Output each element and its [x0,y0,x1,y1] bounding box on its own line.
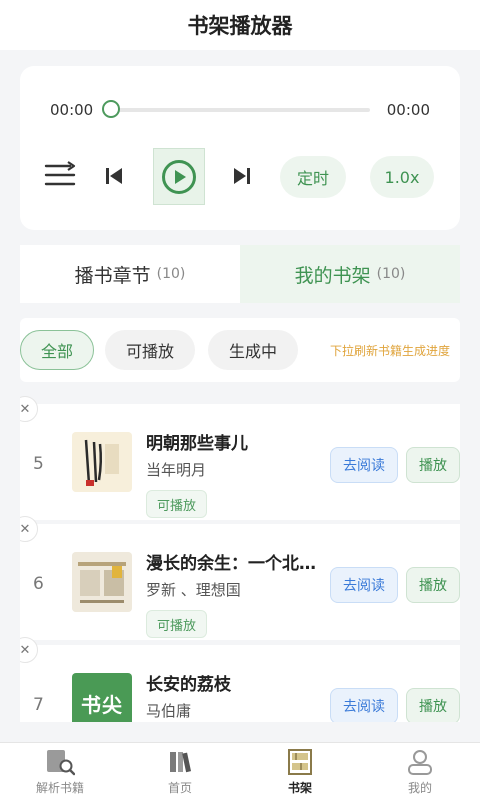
previous-button[interactable] [100,162,128,190]
list-item: ✕ 6 漫长的余生：一个北魏宫女和她的时代 罗新 、理想国 可播放 去阅读 播放 [20,516,460,640]
book-title: 长安的荔枝 [146,675,231,695]
book-author: 当年明月 [146,461,207,479]
cover-text: 书尖 [81,692,123,717]
progress-knob[interactable] [102,100,120,118]
content-tabs: 播书章节 (10) 我的书架 (10) [20,245,460,303]
read-book-button[interactable]: 去阅读 [330,447,398,483]
current-time: 00:00 [50,101,94,119]
playlist-icon [44,161,76,186]
skip-previous-icon [106,168,122,184]
tab-profile-label: 我的 [407,781,432,795]
progress-track[interactable] [112,108,370,112]
tab-chapters[interactable]: 播书章节 (10) [20,245,240,303]
play-book-button[interactable]: 播放 [406,447,460,483]
refresh-hint: 下拉刷新书籍生成进度 [329,344,450,358]
read-book-button[interactable]: 去阅读 [330,567,398,603]
play-book-button[interactable]: 播放 [406,567,460,603]
tab-bookshelf-label: 我的书架 [294,264,371,287]
tab-home-label: 首页 [167,781,192,795]
book-index: 7 [33,695,44,715]
remove-book-button[interactable]: ✕ [20,396,38,422]
status-badge: 可播放 [146,610,208,638]
tab-chapters-label: 播书章节 [74,264,151,287]
tab-my-bookshelf[interactable]: 我的书架 (10) [240,245,460,303]
book-cover [72,432,132,492]
status-badge: 可播放 [146,490,208,518]
filter-playable-chip[interactable]: 可播放 [105,330,195,370]
remove-book-button[interactable]: ✕ [20,637,38,663]
bottom-tab-bar: 解析书籍 首页 书架 我的 [0,742,480,800]
filter-bar: 全部 可播放 生成中 下拉刷新书籍生成进度 [20,318,460,382]
close-icon: ✕ [20,521,31,537]
tab-parse-books[interactable]: 解析书籍 [0,743,120,800]
duration-time: 00:00 [386,101,430,119]
user-icon [405,747,435,777]
book-cover: 书尖 [72,673,132,722]
book-cover-art [72,552,132,612]
next-button[interactable] [228,162,256,190]
playback-speed-button[interactable]: 1.0x [370,156,434,198]
tab-profile[interactable]: 我的 [360,743,480,800]
book-cover [72,552,132,612]
bookshelf-icon [285,747,315,777]
book-author: 罗新 、理想国 [146,581,241,599]
play-button[interactable] [153,148,205,205]
tab-bookshelf-label: 书架 [287,781,312,795]
play-circle-icon [162,159,196,194]
playlist-mode-button[interactable] [44,158,78,192]
books-icon [165,747,195,777]
book-title: 明朝那些事儿 [146,434,248,454]
title-bar: 书架播放器 [0,0,480,50]
list-item: ✕ 7 书尖 长安的荔枝 马伯庸 去阅读 播放 [20,637,460,722]
audio-player-card: 00:00 00:00 定时 1.0x [20,66,460,230]
list-item: ✕ 5 明朝那些事儿 当年明月 可播放 去阅读 播放 [20,396,460,520]
book-index: 5 [33,454,44,474]
book-cover-art [72,432,132,492]
skip-next-icon [234,168,250,184]
read-book-button[interactable]: 去阅读 [330,688,398,722]
close-icon: ✕ [20,642,31,658]
tab-bookshelf-count: (10) [376,266,406,282]
tab-home[interactable]: 首页 [120,743,240,800]
scan-book-icon [45,747,75,777]
page-title: 书架播放器 [187,14,293,38]
tab-bookshelf[interactable]: 书架 [240,743,360,800]
sleep-timer-button[interactable]: 定时 [280,156,346,198]
filter-generating-chip[interactable]: 生成中 [208,330,298,370]
book-list[interactable]: ✕ 5 明朝那些事儿 当年明月 可播放 去阅读 播放 ✕ 6 漫长的余生：一个北… [20,396,460,722]
book-index: 6 [33,574,44,594]
close-icon: ✕ [20,401,31,417]
filter-all-chip[interactable]: 全部 [20,330,94,370]
tab-chapters-count: (10) [156,266,186,282]
book-title: 漫长的余生：一个北魏宫女和她的时代 [146,554,318,574]
book-author: 马伯庸 [146,702,192,720]
tab-parse-books-label: 解析书籍 [35,781,84,795]
play-book-button[interactable]: 播放 [406,688,460,722]
